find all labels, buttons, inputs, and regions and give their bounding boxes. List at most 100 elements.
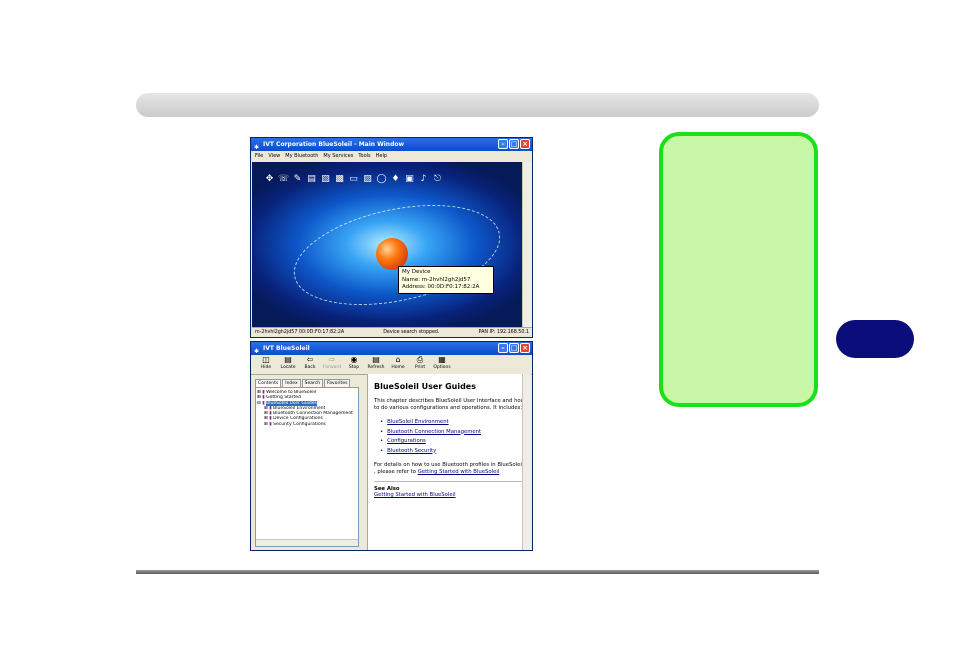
stop-button[interactable]: ◉ Stop xyxy=(347,355,361,374)
print-button[interactable]: ⎙ Print xyxy=(413,355,427,374)
content-divider xyxy=(374,481,525,482)
link-connection-management[interactable]: Bluetooth Connection Management xyxy=(380,428,525,438)
menu-tools[interactable]: Tools xyxy=(358,151,370,161)
home-label: Home xyxy=(391,365,405,370)
sync-icon[interactable]: ▩ xyxy=(334,174,345,185)
tree-hscrollbar[interactable] xyxy=(256,539,358,546)
minimize-button[interactable]: – xyxy=(498,139,508,149)
tab-search[interactable]: Search xyxy=(301,379,324,387)
computer-icon[interactable]: ▭ xyxy=(348,174,359,185)
contents-tree: ⊞ ▮ Welcome to BlueSoleil ⊞ ▮ Getting St… xyxy=(255,387,359,547)
back-arrow-icon: ⇦ xyxy=(306,355,314,364)
tree-item-security-configurations[interactable]: ⊞ ▮ Security Configurations xyxy=(257,422,357,427)
book-icon: ▮ xyxy=(269,416,272,422)
book-icon: ▮ xyxy=(262,390,265,395)
back-label: Back xyxy=(304,365,316,370)
content-scrollbar[interactable] xyxy=(522,374,531,550)
help-close-button[interactable]: × xyxy=(520,343,530,353)
forward-label: Forward xyxy=(322,365,342,370)
forward-button[interactable]: ⇨ Forward xyxy=(322,355,342,374)
hide-button[interactable]: ◫ Hide xyxy=(259,355,273,374)
link-environment[interactable]: BlueSoleil Environment xyxy=(380,418,525,428)
fax-service-icon[interactable]: ✎ xyxy=(292,174,303,185)
menu-view[interactable]: View xyxy=(268,151,280,161)
help-window-title: IVT BlueSoleil xyxy=(263,345,310,352)
device-tooltip: My Device Name: m-2hvhl2gh2jd57 Address:… xyxy=(398,266,494,294)
menu-help[interactable]: Help xyxy=(376,151,387,161)
status-search: Device search stopped. xyxy=(383,330,440,335)
manual-page: ✱ IVT Corporation BlueSoleil - Main Wind… xyxy=(0,0,954,672)
details-link[interactable]: Getting Started with BlueSoleil xyxy=(418,469,500,475)
footer-rule xyxy=(136,570,819,574)
bluetooth-icon: ✱ xyxy=(254,144,260,151)
status-pan-ip: PAN IP: 192.168.50.1 xyxy=(478,330,529,335)
content-intro: This chapter describes BlueSoleil User I… xyxy=(374,398,526,411)
camera-icon[interactable]: ▣ xyxy=(404,174,415,185)
main-window-title: IVT Corporation BlueSoleil - Main Window xyxy=(263,141,405,148)
see-also-link[interactable]: Getting Started with BlueSoleil xyxy=(374,492,525,498)
main-scrollbar[interactable] xyxy=(522,162,532,327)
menu-my-bluetooth[interactable]: My Bluetooth xyxy=(285,151,318,161)
lan-service-icon[interactable]: ▤ xyxy=(306,174,317,185)
content-title: BlueSoleil User Guides xyxy=(374,382,476,391)
options-button[interactable]: ▦ Options xyxy=(433,355,451,374)
stop-icon: ◉ xyxy=(350,355,358,364)
help-window-titlebar: ✱ IVT BlueSoleil – □ × xyxy=(251,342,532,355)
home-button[interactable]: ⌂ Home xyxy=(391,355,405,374)
maximize-button[interactable]: □ xyxy=(509,139,519,149)
link-security[interactable]: Bluetooth Security xyxy=(380,447,525,457)
help-app-icon: ✱ xyxy=(254,348,260,355)
open-book-icon: ▮ xyxy=(262,400,265,406)
book-icon: ▮ xyxy=(262,395,265,401)
tab-index[interactable]: Index xyxy=(282,379,301,387)
refresh-label: Refresh xyxy=(367,365,385,370)
printer-icon: ⎙ xyxy=(416,355,424,364)
options-icon: ▦ xyxy=(438,355,446,364)
help-toolbar: ◫ Hide ▤ Locate ⇦ Back ⇨ Forward ◉ Stop ▤ Refr… xyxy=(251,355,532,375)
header-bar xyxy=(136,93,819,117)
help-tabs: Contents Index Search Favorites xyxy=(255,379,363,387)
bluesoleil-main-window: ✱ IVT Corporation BlueSoleil - Main Wind… xyxy=(250,137,533,338)
book-icon: ▮ xyxy=(269,411,272,417)
callout-box xyxy=(659,132,818,407)
dialup-service-icon[interactable]: ☏ xyxy=(278,174,289,185)
book-icon: ▮ xyxy=(269,421,272,427)
hide-label: Hide xyxy=(260,365,272,370)
refresh-button[interactable]: ▤ Refresh xyxy=(367,355,385,374)
tooltip-line-1: My Device xyxy=(402,269,431,275)
main-menubar: File View My Bluetooth My Services Tools… xyxy=(251,151,532,161)
options-label: Options xyxy=(433,365,451,370)
service-icons: ✥ ☏ ✎ ▤ ▧ ▩ ▭ ▨ ◯ ♦ ▣ ♪ ⎋ xyxy=(264,174,443,185)
main-window-titlebar: ✱ IVT Corporation BlueSoleil - Main Wind… xyxy=(251,138,532,151)
network-service-icon[interactable]: ✥ xyxy=(264,174,275,185)
help-minimize-button[interactable]: – xyxy=(498,343,508,353)
main-statusbar: m-2hvhl2gh2jd57 00:0D:F0:17:82:2A Device… xyxy=(252,327,532,337)
menu-my-services[interactable]: My Services xyxy=(323,151,353,161)
file-transfer-icon[interactable]: ▧ xyxy=(320,174,331,185)
tab-contents[interactable]: Contents xyxy=(255,379,282,387)
help-content-pane: BlueSoleil User Guides This chapter desc… xyxy=(367,374,531,550)
device-view: ✥ ☏ ✎ ▤ ▧ ▩ ▭ ▨ ◯ ♦ ▣ ♪ ⎋ My Device Name… xyxy=(252,162,522,327)
locate-button[interactable]: ▤ Locate xyxy=(281,355,296,374)
print-service-icon[interactable]: ▨ xyxy=(362,174,373,185)
book-icon: ▮ xyxy=(269,405,272,411)
help-maximize-button[interactable]: □ xyxy=(509,343,519,353)
pim-icon[interactable]: ♦ xyxy=(390,174,401,185)
audio-icon[interactable]: ♪ xyxy=(418,174,429,185)
tab-favorites[interactable]: Favorites xyxy=(324,379,351,387)
headset-icon[interactable]: ⎋ xyxy=(432,174,443,185)
hide-icon: ◫ xyxy=(262,355,270,364)
back-button[interactable]: ⇦ Back xyxy=(303,355,317,374)
status-device: m-2hvhl2gh2jd57 00:0D:F0:17:82:2A xyxy=(255,330,345,335)
forward-arrow-icon: ⇨ xyxy=(328,355,336,364)
bluesoleil-help-window: ✱ IVT BlueSoleil – □ × ◫ Hide ▤ Locate ⇦ Ba… xyxy=(250,341,533,551)
content-details: For details on how to use Bluetooth prof… xyxy=(374,462,525,476)
link-configurations[interactable]: Configurations xyxy=(380,437,525,447)
home-icon: ⌂ xyxy=(395,355,401,364)
close-button[interactable]: × xyxy=(520,139,530,149)
topic-links: BlueSoleil Environment Bluetooth Connect… xyxy=(380,418,525,456)
tooltip-line-3: Address: 00:0D:F0:17:82:2A xyxy=(402,284,480,290)
stop-label: Stop xyxy=(348,365,360,370)
help-navigation-pane: Contents Index Search Favorites ⊞ ▮ Welc… xyxy=(255,379,363,547)
serial-port-icon[interactable]: ◯ xyxy=(376,174,387,185)
